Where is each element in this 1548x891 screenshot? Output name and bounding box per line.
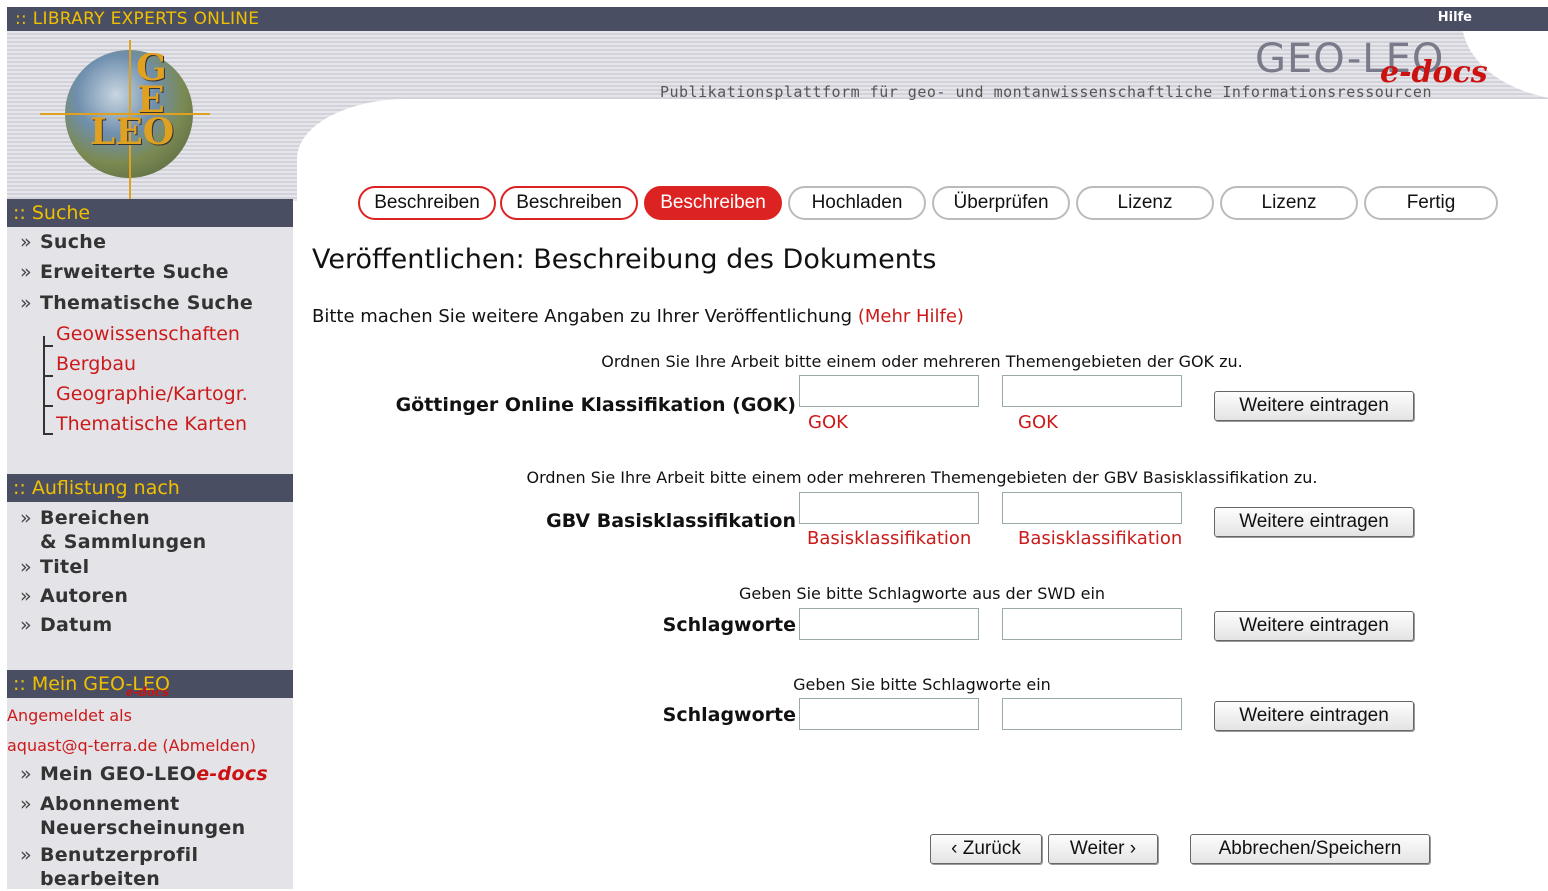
sidebar-item-autoren[interactable]: » Autoren xyxy=(20,585,128,607)
mine-section-suffix: e-docs xyxy=(125,685,169,699)
sidebar-item-advanced-search[interactable]: » Erweiterte Suche xyxy=(20,261,229,283)
sidebar-item-bereichen[interactable]: » Bereichen & Sammlungen xyxy=(20,506,206,554)
intro-text: Bitte machen Sie weitere Angaben zu Ihre… xyxy=(312,306,964,327)
step-hochladen: Hochladen xyxy=(788,186,926,220)
logo-leo: LEO xyxy=(90,111,175,153)
gok-sublabel-1: GOK xyxy=(808,412,848,433)
gbv-add-more-button[interactable]: Weitere eintragen xyxy=(1214,507,1414,537)
step-beschreiben-2: Beschreiben xyxy=(500,186,638,220)
gbv-input-2[interactable] xyxy=(1002,492,1182,524)
step-lizenz-2: Lizenz xyxy=(1220,186,1358,220)
sidebar-item-thematische-karten[interactable]: Thematische Karten xyxy=(56,413,247,435)
step-beschreiben-3: Beschreiben xyxy=(644,186,782,220)
field-label-swd: Schlagworte xyxy=(662,614,796,636)
swd-input-2[interactable] xyxy=(1002,608,1182,640)
step-ueberpruefen: Überprüfen xyxy=(932,186,1070,220)
tree-tick xyxy=(43,405,53,407)
sidebar-section-browse: :: Auflistung nach xyxy=(7,474,293,502)
field-label-gbv: GBV Basisklassifikation xyxy=(546,510,796,532)
top-bar: :: LIBRARY EXPERTS ONLINE Hilfe xyxy=(7,7,1548,31)
field-label-gok: Göttinger Online Klassifikation (GOK) xyxy=(395,394,796,416)
sidebar-section-mine: :: Mein GEO-LEOe-docs xyxy=(7,670,293,699)
sidebar-item-thematic-search[interactable]: » Thematische Suche xyxy=(20,292,253,314)
field-hint-keywords: Geben Sie bitte Schlagworte ein xyxy=(793,675,1051,694)
cancel-save-button[interactable]: Abbrechen/Speichern xyxy=(1190,834,1430,864)
step-lizenz-1: Lizenz xyxy=(1076,186,1214,220)
field-hint-gbv: Ordnen Sie Ihre Arbeit bitte einem oder … xyxy=(526,468,1318,487)
sidebar-item-benutzerprofil[interactable]: » Benutzerprofil bearbeiten xyxy=(20,843,198,891)
sidebar-item-titel[interactable]: » Titel xyxy=(20,556,89,578)
logo-letters: GE xyxy=(136,50,167,118)
tree-line xyxy=(43,336,45,433)
more-help-link[interactable]: (Mehr Hilfe) xyxy=(858,306,964,327)
sidebar-item-abonnement[interactable]: » Abonnement Neuerscheinungen xyxy=(20,792,245,840)
user-email-logout-link[interactable]: aquast@q-terra.de (Abmelden) xyxy=(7,736,256,755)
sidebar-item-bergbau[interactable]: Bergbau xyxy=(56,353,136,375)
sidebar-item-geographie[interactable]: Geographie/Kartogr. xyxy=(56,383,248,405)
tree-tick xyxy=(43,345,53,347)
sidebar-item-my-geoleo[interactable]: » Mein GEO-LEOe-docs xyxy=(20,763,268,785)
step-beschreiben-1: Beschreiben xyxy=(358,186,496,220)
site-subtitle: Publikationsplattform für geo- und monta… xyxy=(660,83,1432,101)
swd-input-1[interactable] xyxy=(799,608,979,640)
gok-add-more-button[interactable]: Weitere eintragen xyxy=(1214,391,1414,421)
tree-tick xyxy=(43,375,53,377)
next-button[interactable]: Weiter › xyxy=(1048,834,1158,864)
step-fertig: Fertig xyxy=(1364,186,1498,220)
gok-sublabel-2: GOK xyxy=(1018,412,1058,433)
field-label-keywords: Schlagworte xyxy=(662,704,796,726)
gbv-input-1[interactable] xyxy=(799,492,979,524)
keywords-input-2[interactable] xyxy=(1002,698,1182,730)
swd-add-more-button[interactable]: Weitere eintragen xyxy=(1214,611,1414,641)
back-button[interactable]: ‹ Zurück xyxy=(930,834,1042,864)
sidebar-item-geowissenschaften[interactable]: Geowissenschaften xyxy=(56,323,240,345)
help-link[interactable]: Hilfe xyxy=(1438,10,1472,25)
sidebar-item-datum[interactable]: » Datum xyxy=(20,614,112,636)
gbv-sublabel-2: Basisklassifikation xyxy=(1018,528,1183,549)
sidebar-item-search[interactable]: » Suche xyxy=(20,231,106,253)
keywords-add-more-button[interactable]: Weitere eintragen xyxy=(1214,701,1414,731)
keywords-input-1[interactable] xyxy=(799,698,979,730)
gbv-sublabel-1: Basisklassifikation xyxy=(807,528,972,549)
sidebar-section-search: :: Suche xyxy=(7,199,293,227)
field-hint-swd: Geben Sie bitte Schlagworte aus der SWD … xyxy=(738,584,1106,603)
gok-input-2[interactable] xyxy=(1002,375,1182,407)
brand-label: :: LIBRARY EXPERTS ONLINE xyxy=(15,9,260,29)
gok-input-1[interactable] xyxy=(799,375,979,407)
page-title: Veröffentlichen: Beschreibung des Dokume… xyxy=(312,244,937,275)
tree-tick xyxy=(43,433,53,435)
logged-in-label: Angemeldet als xyxy=(7,706,132,725)
field-hint-gok: Ordnen Sie Ihre Arbeit bitte einem oder … xyxy=(601,352,1243,371)
